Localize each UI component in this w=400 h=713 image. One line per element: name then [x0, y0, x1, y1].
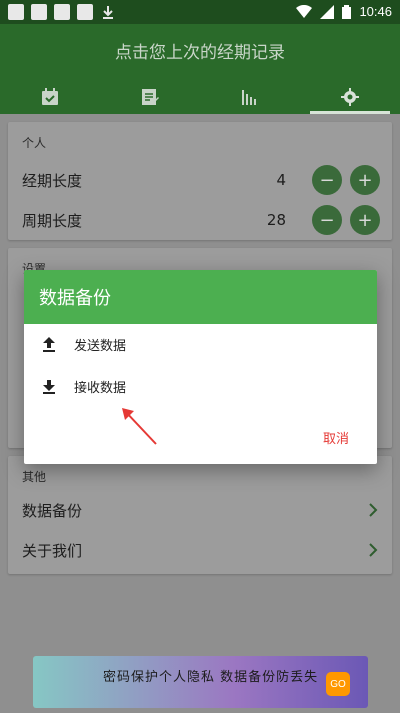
option-label: 接收数据	[74, 380, 127, 396]
send-data-option[interactable]: 发送数据	[24, 324, 377, 364]
receive-data-option[interactable]: 接收数据	[24, 366, 377, 406]
download-icon	[43, 380, 55, 394]
arrow-annotation-icon	[122, 408, 157, 445]
upload-icon	[43, 337, 55, 352]
ad-text: 密码保护个人隐私 数据备份防丢失	[103, 670, 319, 685]
ad-banner[interactable]: 密码保护个人隐私 数据备份防丢失 GO	[33, 656, 368, 708]
dialog-title: 数据备份	[24, 270, 377, 324]
backup-dialog: 数据备份 发送数据 接收数据 取消	[24, 270, 377, 464]
cancel-button[interactable]: 取消	[323, 428, 349, 447]
option-label: 发送数据	[74, 338, 127, 354]
ad-go-button[interactable]: GO	[326, 672, 350, 696]
